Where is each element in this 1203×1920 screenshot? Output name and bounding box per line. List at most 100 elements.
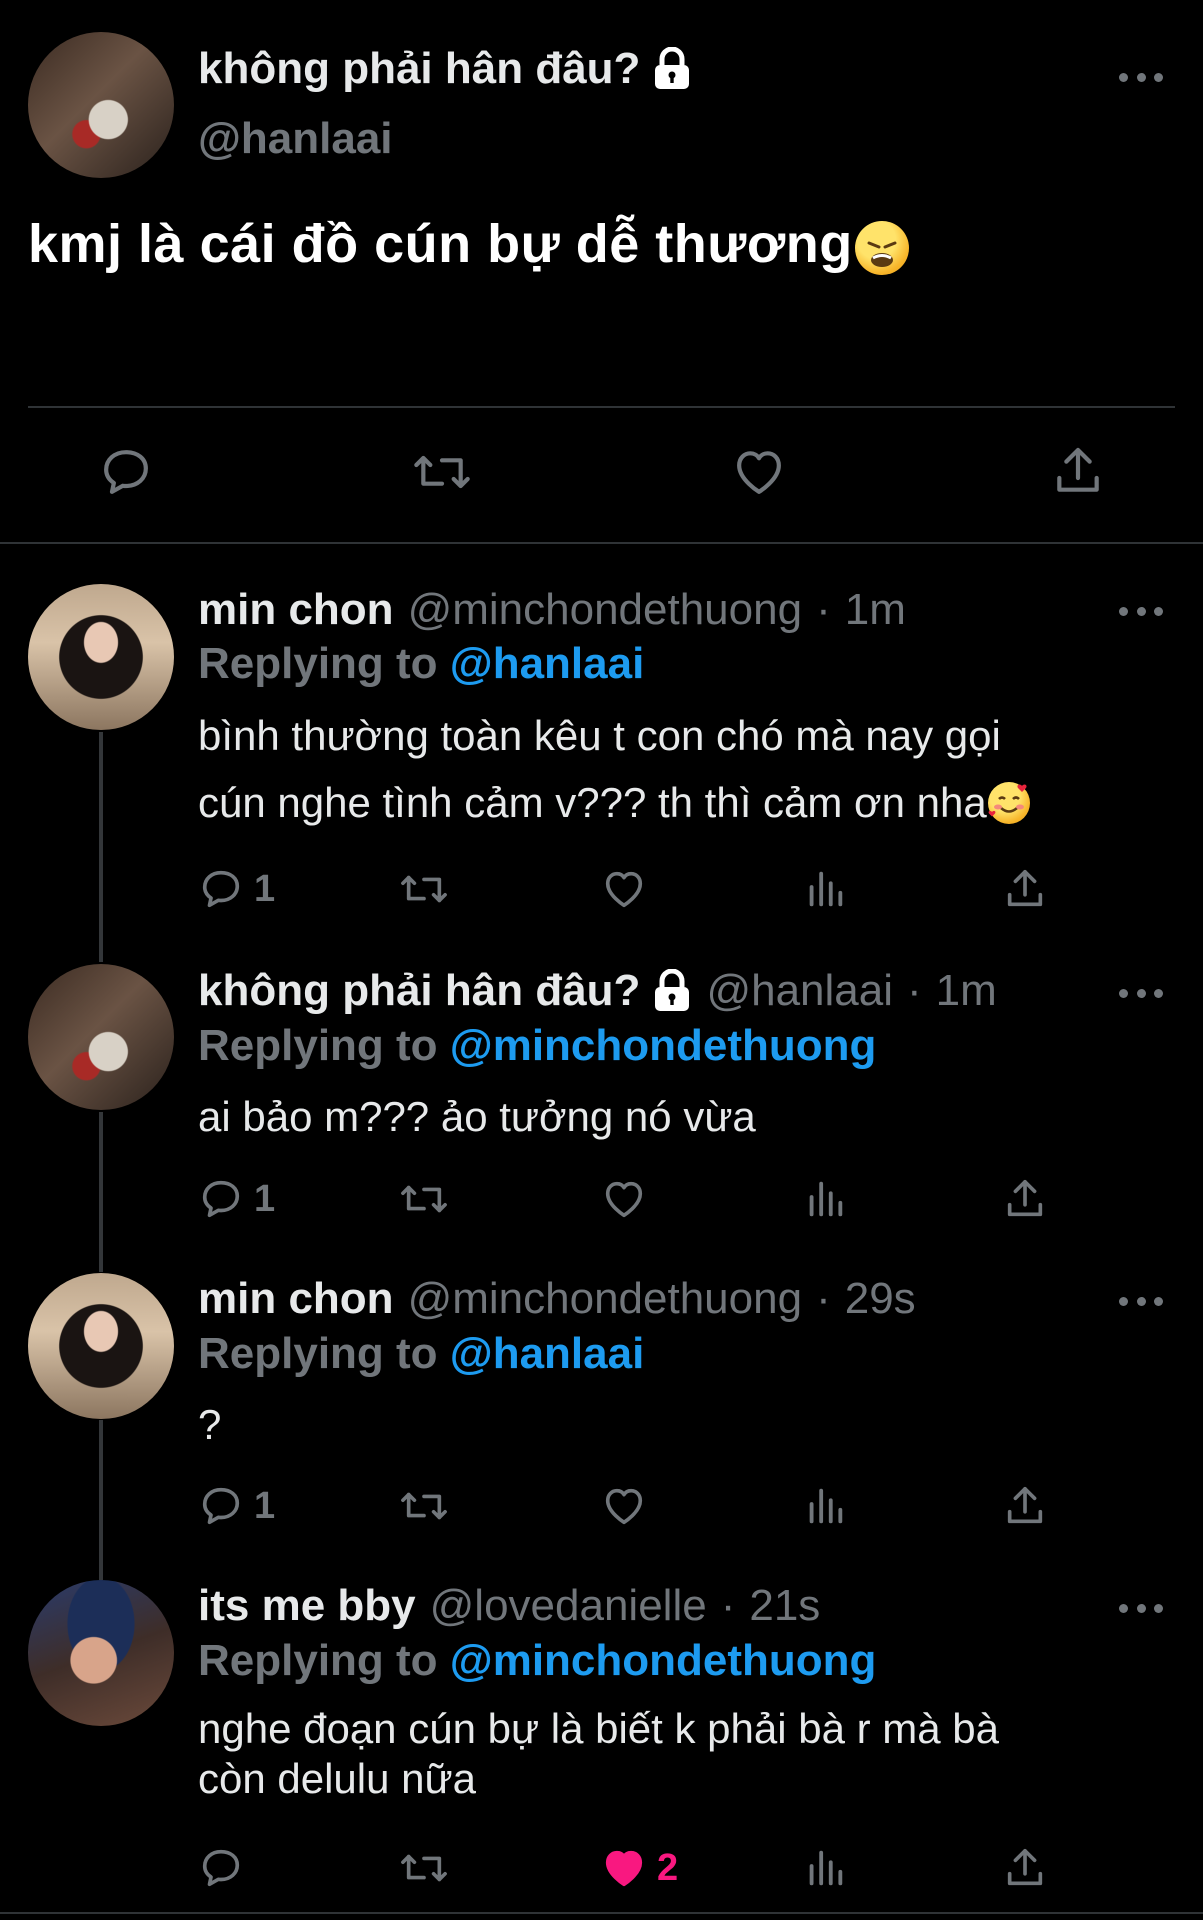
retweet-button[interactable]	[398, 866, 450, 912]
more-options-icon[interactable]	[1119, 986, 1163, 1000]
reply-icon[interactable]	[198, 1845, 244, 1891]
time-separator: ·	[907, 966, 922, 1015]
time-separator: ·	[720, 1581, 736, 1630]
reply-text-line-with-emoji: cún nghe tình cảm v??? th thì cảm ơn nha	[198, 769, 1030, 836]
reply-author-handle[interactable]: @hanlaai	[706, 966, 893, 1016]
more-options-icon[interactable]	[1119, 70, 1163, 84]
retweet-icon[interactable]	[398, 1483, 450, 1529]
more-options-icon[interactable]	[1119, 604, 1163, 618]
divider	[28, 406, 1175, 408]
reply-button[interactable]	[198, 1845, 254, 1891]
more-options-icon[interactable]	[1119, 1601, 1163, 1615]
tweet-action-bar	[0, 440, 1203, 510]
reply-avatar[interactable]	[28, 1580, 174, 1726]
reply-author-name[interactable]: its me bby	[198, 1581, 416, 1631]
author-name[interactable]: không phải hân đâu?	[198, 44, 692, 94]
reply-count: 1	[254, 867, 276, 910]
reply-time[interactable]: 29s	[845, 1274, 916, 1324]
retweet-button[interactable]	[398, 1176, 450, 1222]
like-button[interactable]	[601, 1176, 647, 1222]
retweet-icon[interactable]	[411, 444, 473, 500]
smiling-face-with-hearts-emoji	[987, 781, 1030, 824]
reply-time[interactable]: 1m	[936, 966, 997, 1016]
thread-line	[99, 1420, 103, 1580]
reply-author-name[interactable]: không phải hân đâu?	[198, 966, 640, 1016]
reply-button[interactable]: 1	[198, 866, 275, 912]
retweet-button[interactable]	[398, 1483, 450, 1529]
reply-avatar[interactable]	[28, 1273, 174, 1419]
like-icon[interactable]	[601, 1176, 647, 1222]
reply-text-line: còn delulu nữa	[198, 1755, 476, 1802]
analytics-icon[interactable]	[802, 1483, 848, 1529]
share-button[interactable]	[1002, 1845, 1048, 1891]
views-button[interactable]	[802, 866, 848, 912]
share-button[interactable]	[1002, 1483, 1048, 1529]
divider	[0, 1912, 1203, 1914]
author-handle[interactable]: @hanlaai	[198, 114, 393, 164]
retweet-button[interactable]	[398, 1845, 450, 1891]
reply-header: its me bby @lovedanielle · 21s	[198, 1581, 820, 1631]
time-separator: ·	[816, 1274, 831, 1323]
views-button[interactable]	[802, 1176, 848, 1222]
like-button[interactable]	[601, 1483, 647, 1529]
retweet-icon[interactable]	[398, 1176, 450, 1222]
share-icon[interactable]	[1002, 866, 1048, 912]
more-options-icon[interactable]	[1119, 1294, 1163, 1308]
views-button[interactable]	[802, 1845, 848, 1891]
share-icon[interactable]	[1002, 1483, 1048, 1529]
weary-face-emoji	[854, 220, 909, 275]
reply-time[interactable]: 21s	[749, 1581, 820, 1631]
share-icon[interactable]	[1050, 442, 1106, 500]
reply-text: ?	[198, 1391, 221, 1458]
reply-author-name[interactable]: min chon	[198, 1274, 394, 1324]
views-button[interactable]	[802, 1483, 848, 1529]
share-icon[interactable]	[1002, 1176, 1048, 1222]
analytics-icon[interactable]	[802, 1845, 848, 1891]
reply-avatar[interactable]	[28, 964, 174, 1110]
replying-to-mention[interactable]: @hanlaai	[450, 639, 645, 688]
thread-line	[99, 1112, 103, 1272]
like-button[interactable]	[601, 866, 647, 912]
replying-to-mention[interactable]: @minchondethuong	[450, 1021, 877, 1070]
reply-author-handle[interactable]: @lovedanielle	[430, 1581, 707, 1631]
replying-to-mention[interactable]: @hanlaai	[450, 1329, 645, 1378]
reply-count: 1	[254, 1177, 276, 1220]
lock-icon	[655, 969, 690, 1011]
analytics-icon[interactable]	[802, 1176, 848, 1222]
share-icon[interactable]	[1002, 1845, 1048, 1891]
reply-text-line: nghe đoạn cún bự là biết k phải bà r mà …	[198, 1705, 999, 1752]
reply-text-line: bình thường toàn kêu t con chó mà nay gọ…	[198, 712, 1001, 759]
share-button[interactable]	[1002, 1176, 1048, 1222]
reply-icon[interactable]	[198, 866, 244, 912]
like-icon[interactable]	[601, 1483, 647, 1529]
retweet-icon[interactable]	[398, 866, 450, 912]
reply-icon[interactable]	[198, 1176, 244, 1222]
reply-author-handle[interactable]: @minchondethuong	[408, 585, 803, 635]
reply-text-line: ?	[198, 1401, 222, 1448]
liked-heart-icon[interactable]	[601, 1845, 647, 1891]
reply-author-handle[interactable]: @minchondethuong	[408, 1274, 803, 1324]
replying-to-mention[interactable]: @minchondethuong	[450, 1636, 877, 1685]
reply-icon[interactable]	[98, 444, 154, 500]
analytics-icon[interactable]	[802, 866, 848, 912]
like-icon[interactable]	[731, 444, 787, 500]
reply-button[interactable]: 1	[198, 1176, 275, 1222]
reply-avatar[interactable]	[28, 584, 174, 730]
replying-to-label: Replying to	[198, 1636, 438, 1685]
thread-line	[99, 732, 103, 962]
author-name-text: không phải hân đâu?	[198, 44, 641, 93]
share-button[interactable]	[1002, 866, 1048, 912]
reply-button[interactable]: 1	[198, 1483, 275, 1529]
author-avatar[interactable]	[28, 32, 174, 178]
like-button[interactable]: 2	[601, 1845, 678, 1891]
like-icon[interactable]	[601, 866, 647, 912]
retweet-icon[interactable]	[398, 1845, 450, 1891]
reply-header: min chon @minchondethuong · 1m	[198, 585, 906, 635]
reply-author-name[interactable]: min chon	[198, 585, 394, 635]
tweet-text-content: kmj là cái đồ cún bự dễ thương	[28, 214, 853, 274]
reply-text: bình thường toàn kêu t con chó mà nay gọ…	[198, 702, 1030, 836]
reply-text-line: ai bảo m??? ảo tưởng nó vừa	[198, 1093, 756, 1140]
like-count: 2	[657, 1846, 679, 1889]
reply-time[interactable]: 1m	[845, 585, 906, 635]
reply-icon[interactable]	[198, 1483, 244, 1529]
